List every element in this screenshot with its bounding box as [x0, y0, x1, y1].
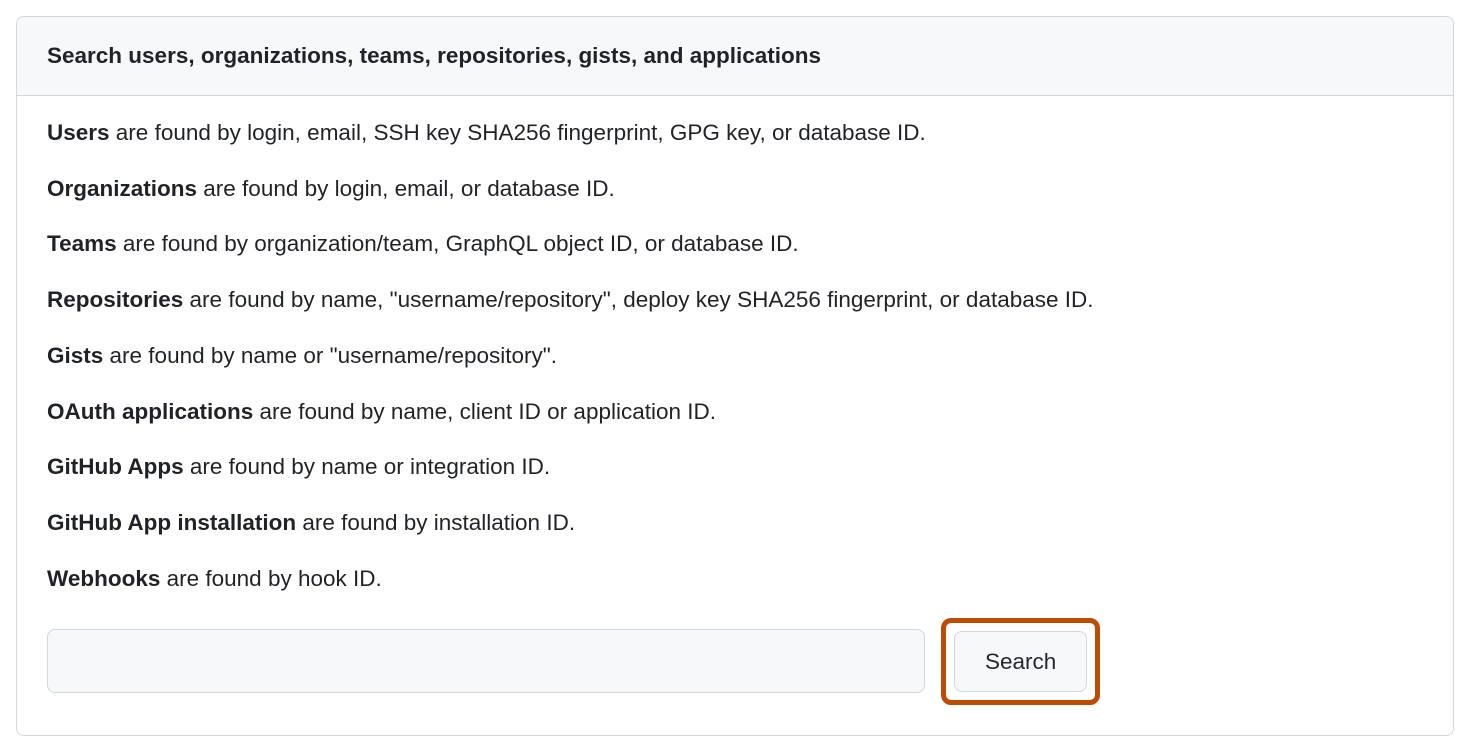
search-panel: Search users, organizations, teams, repo…: [16, 16, 1454, 736]
help-desc: are found by organization/team, GraphQL …: [117, 231, 799, 256]
panel-header: Search users, organizations, teams, repo…: [17, 17, 1453, 96]
search-button-highlight: Search: [941, 618, 1100, 706]
help-line-gists: Gists are found by name or "username/rep…: [47, 339, 1423, 373]
search-row: Search: [47, 618, 1423, 706]
help-desc: are found by name, "username/repository"…: [183, 287, 1093, 312]
help-line-organizations: Organizations are found by login, email,…: [47, 172, 1423, 206]
help-desc: are found by name or "username/repositor…: [103, 343, 557, 368]
help-line-github-app-installation: GitHub App installation are found by ins…: [47, 506, 1423, 540]
help-desc: are found by login, email, or database I…: [197, 176, 615, 201]
panel-body: Users are found by login, email, SSH key…: [17, 96, 1453, 735]
help-line-github-apps: GitHub Apps are found by name or integra…: [47, 450, 1423, 484]
help-term: OAuth applications: [47, 399, 253, 424]
help-line-repositories: Repositories are found by name, "usernam…: [47, 283, 1423, 317]
help-line-webhooks: Webhooks are found by hook ID.: [47, 562, 1423, 596]
help-line-teams: Teams are found by organization/team, Gr…: [47, 227, 1423, 261]
help-desc: are found by installation ID.: [296, 510, 575, 535]
help-term: GitHub App installation: [47, 510, 296, 535]
search-input[interactable]: [47, 629, 925, 693]
help-desc: are found by name or integration ID.: [184, 454, 550, 479]
help-desc: are found by name, client ID or applicat…: [253, 399, 716, 424]
help-term: Users: [47, 120, 110, 145]
panel-title: Search users, organizations, teams, repo…: [47, 39, 1423, 73]
search-button[interactable]: Search: [954, 631, 1087, 693]
help-term: Teams: [47, 231, 117, 256]
help-line-users: Users are found by login, email, SSH key…: [47, 116, 1423, 150]
help-desc: are found by login, email, SSH key SHA25…: [110, 120, 926, 145]
help-term: GitHub Apps: [47, 454, 184, 479]
help-line-oauth-apps: OAuth applications are found by name, cl…: [47, 395, 1423, 429]
help-term: Gists: [47, 343, 103, 368]
help-desc: are found by hook ID.: [160, 566, 381, 591]
help-term: Repositories: [47, 287, 183, 312]
help-term: Webhooks: [47, 566, 160, 591]
help-term: Organizations: [47, 176, 197, 201]
